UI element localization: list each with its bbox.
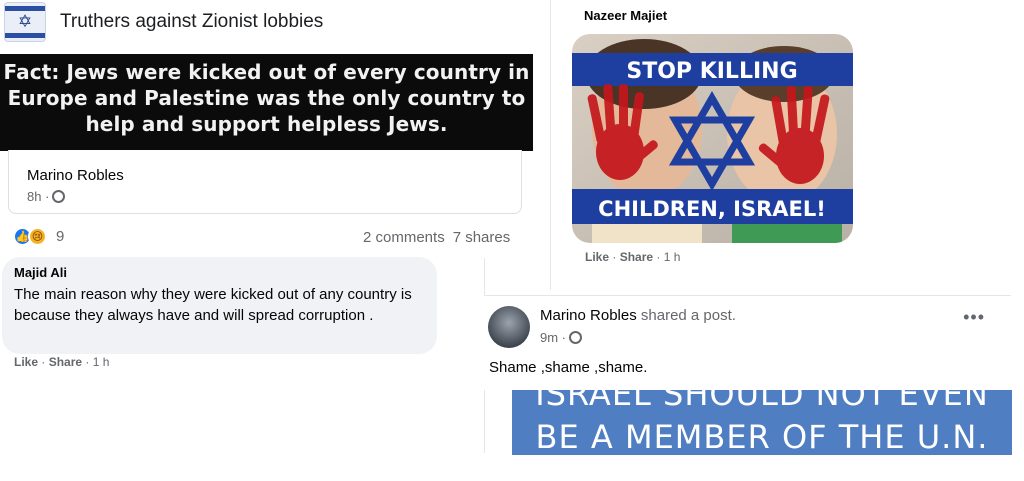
avatar[interactable] xyxy=(488,306,530,348)
separator: · xyxy=(653,250,664,264)
shared-post-header: Marino Robles shared a post. xyxy=(540,307,736,324)
stop-killing-photo[interactable]: STOP KILLING CHILDREN, ISRAEL! xyxy=(572,34,853,243)
un-banner-image[interactable]: ISRAEL SHOULD NOT EVEN BE A MEMBER OF TH… xyxy=(512,390,1012,455)
shares-count-link[interactable]: 7 shares xyxy=(453,229,511,246)
shared-post-card: Marino Robles shared a post. 9m · ••• Sh… xyxy=(484,295,1011,390)
post-author-card: Marino Robles 8h · xyxy=(8,150,522,214)
shared-post-action: shared a post. xyxy=(640,307,736,324)
photo-graphic: STOP KILLING CHILDREN, ISRAEL! xyxy=(572,34,853,243)
shared-time-text[interactable]: 9m · xyxy=(540,330,566,345)
shared-post-author[interactable]: Marino Robles xyxy=(540,307,637,324)
comment-author[interactable]: Majid Ali xyxy=(14,265,425,280)
fact-line-3: help and support helpless Jews. xyxy=(85,112,448,136)
comment-time[interactable]: 1 h xyxy=(93,355,110,369)
comment-text: The main reason why they were kicked out… xyxy=(14,286,412,324)
comment-like-button[interactable]: Like xyxy=(14,355,38,369)
more-options-button[interactable]: ••• xyxy=(963,308,985,326)
reactions-summary[interactable]: 👍 😢 9 xyxy=(13,227,64,246)
group-name[interactable]: Truthers against Zionist lobbies xyxy=(60,11,323,33)
photo-share-button[interactable]: Share xyxy=(620,250,653,264)
shared-post-text: Shame ,shame ,shame. xyxy=(489,359,648,376)
un-banner-line-1: ISRAEL SHOULD NOT EVEN xyxy=(535,390,989,413)
photo-like-button[interactable]: Like xyxy=(585,250,609,264)
separator: · xyxy=(609,250,620,264)
comment-share-button[interactable]: Share xyxy=(49,355,82,369)
comment-actions: Like · Share · 1 h xyxy=(14,355,109,369)
comment-bubble: Majid Ali The main reason why they were … xyxy=(2,257,437,354)
separator: · xyxy=(82,355,93,369)
post-time-text[interactable]: 8h · xyxy=(27,189,49,204)
reaction-count: 9 xyxy=(56,228,65,245)
fact-image-banner[interactable]: Fact: Jews were kicked out of every coun… xyxy=(0,54,533,151)
globe-icon xyxy=(52,190,66,203)
photo-top-text: STOP KILLING xyxy=(626,59,797,84)
comments-count-link[interactable]: 2 comments xyxy=(363,229,445,246)
un-banner-line-2: BE A MEMBER OF THE U.N. xyxy=(535,418,989,455)
fact-line-2: Europe and Palestine was the only countr… xyxy=(7,86,526,110)
photo-post-actions: Like · Share · 1 h xyxy=(585,250,680,264)
post-timestamp: 8h · xyxy=(27,189,66,204)
globe-icon xyxy=(569,331,582,344)
engagement-counts: 2 comments 7 shares xyxy=(363,229,510,246)
israel-flag-logo-icon[interactable]: ✡ xyxy=(4,2,46,42)
post-author-name[interactable]: Marino Robles xyxy=(27,167,124,184)
column-divider xyxy=(550,0,551,290)
shared-post-timestamp: 9m · xyxy=(540,330,582,345)
fact-line-1: Fact: Jews were kicked out of every coun… xyxy=(3,60,530,84)
photo-post-time[interactable]: 1 h xyxy=(664,250,681,264)
photo-post-author[interactable]: Nazeer Majiet xyxy=(584,8,667,23)
separator: · xyxy=(38,355,49,369)
group-header: ✡ Truthers against Zionist lobbies xyxy=(4,2,524,42)
sad-reaction-icon: 😢 xyxy=(28,227,47,246)
photo-bottom-text: CHILDREN, ISRAEL! xyxy=(598,197,826,221)
